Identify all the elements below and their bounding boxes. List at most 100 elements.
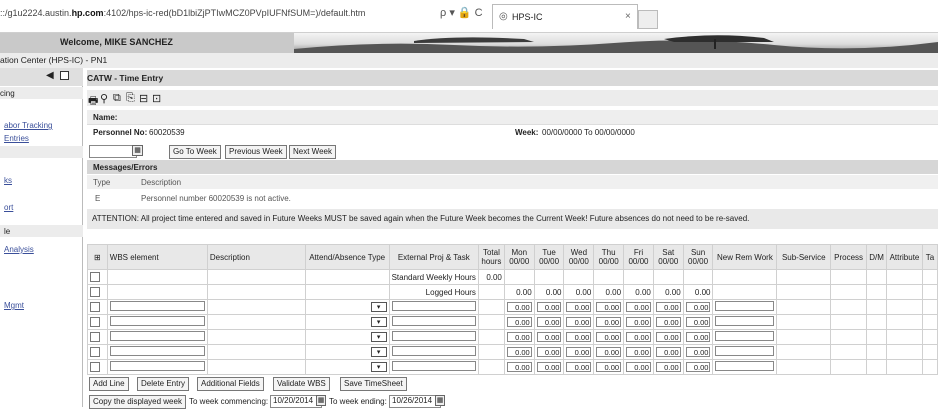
additional-fields-button[interactable]: Additional Fields: [197, 377, 264, 391]
calendar-icon[interactable]: ▦: [132, 145, 143, 156]
add-line-button[interactable]: Add Line: [89, 377, 129, 391]
hours-input[interactable]: 0.00: [536, 317, 562, 327]
rem-work-input[interactable]: [715, 331, 775, 341]
week-commencing-input[interactable]: 10/20/2014: [270, 395, 322, 408]
hours-input[interactable]: 0.00: [536, 347, 562, 357]
row-checkbox[interactable]: [90, 287, 100, 297]
maximize-nav-icon[interactable]: [60, 71, 69, 80]
external-proj-input[interactable]: [391, 316, 476, 326]
wbs-input[interactable]: [109, 316, 205, 326]
hours-input[interactable]: 0.00: [685, 302, 711, 312]
hours-input[interactable]: 0.00: [596, 362, 622, 372]
hours-input[interactable]: 0.00: [506, 302, 532, 312]
hours-input[interactable]: 0.00: [566, 362, 592, 372]
hours-input[interactable]: 0.00: [566, 347, 592, 357]
week-date-input[interactable]: [89, 145, 137, 158]
address-bar[interactable]: ::/g1u2224.austin.hp.com:4102/hps-ic-red…: [0, 8, 430, 18]
validate-wbs-button[interactable]: Validate WBS: [273, 377, 330, 391]
nav-item-pricing[interactable]: cing: [0, 89, 15, 98]
hours-input[interactable]: 0.00: [566, 317, 592, 327]
hours-input[interactable]: 0.00: [626, 317, 651, 327]
attend-dropdown[interactable]: ▾: [370, 317, 387, 327]
rem-work-input[interactable]: [715, 316, 775, 326]
hours-input[interactable]: 0.00: [536, 362, 562, 372]
external-proj-input[interactable]: [391, 331, 476, 341]
week-ending-input[interactable]: 10/26/2014: [389, 395, 441, 408]
wbs-input[interactable]: [109, 346, 205, 356]
attend-dropdown[interactable]: ▾: [370, 332, 387, 342]
attend-dropdown[interactable]: ▾: [370, 362, 387, 372]
wbs-input[interactable]: [109, 361, 205, 371]
go-to-week-button[interactable]: Go To Week: [169, 145, 221, 159]
print-icon[interactable]: 🖶: [88, 92, 98, 111]
row-checkbox[interactable]: [90, 347, 100, 357]
export-icon[interactable]: ⎘: [126, 92, 135, 105]
hours-input[interactable]: 0.00: [506, 317, 532, 327]
hours-input[interactable]: 0.00: [596, 302, 622, 312]
row-checkbox[interactable]: [90, 302, 100, 312]
row-checkbox[interactable]: [90, 317, 100, 327]
browser-tab[interactable]: ◎ HPS-IC ×: [492, 4, 638, 29]
nav-item-schedule[interactable]: le: [4, 227, 10, 236]
hours-input[interactable]: 0.00: [655, 347, 681, 357]
external-proj-input[interactable]: [391, 301, 476, 311]
hours-input[interactable]: 0.00: [506, 347, 532, 357]
collapse-nav-icon[interactable]: ◀: [46, 70, 54, 81]
layout-icon[interactable]: ⊟: [139, 92, 148, 105]
wbs-input[interactable]: [109, 331, 205, 341]
hours-input[interactable]: 0.00: [566, 332, 592, 342]
hours-input[interactable]: 0.00: [626, 332, 651, 342]
attend-dropdown[interactable]: ▾: [370, 302, 387, 312]
hours-input[interactable]: 0.00: [596, 317, 622, 327]
hours-input[interactable]: 0.00: [506, 362, 532, 372]
page-title-bar: CATW - Time Entry: [87, 70, 938, 86]
hours-input[interactable]: 0.00: [685, 332, 711, 342]
delete-entry-button[interactable]: Delete Entry: [137, 377, 190, 391]
hours-input[interactable]: 0.00: [566, 302, 592, 312]
select-all-icon[interactable]: ⊞: [87, 244, 108, 270]
nav-item-report[interactable]: ort: [4, 203, 13, 212]
commencing-calendar-icon[interactable]: ▦: [316, 395, 326, 406]
hours-input[interactable]: 0.00: [655, 317, 681, 327]
settings-icon[interactable]: ⊡: [152, 92, 161, 105]
nav-item-tasks[interactable]: ks: [4, 176, 12, 185]
hours-input[interactable]: 0.00: [626, 302, 651, 312]
ending-calendar-icon[interactable]: ▦: [435, 395, 445, 406]
hours-input[interactable]: 0.00: [655, 332, 681, 342]
nav-item-mgmt[interactable]: Mgmt: [4, 301, 24, 310]
hours-input[interactable]: 0.00: [506, 332, 532, 342]
new-tab-button[interactable]: [638, 10, 658, 29]
nav-item-analysis[interactable]: Analysis: [4, 245, 34, 254]
rem-work-input[interactable]: [715, 361, 775, 371]
external-proj-input[interactable]: [391, 361, 476, 371]
external-proj-input[interactable]: [391, 346, 476, 356]
row-checkbox[interactable]: [90, 332, 100, 342]
row-checkbox[interactable]: [90, 272, 100, 282]
hours-input[interactable]: 0.00: [596, 347, 622, 357]
tab-close-icon[interactable]: ×: [625, 11, 631, 22]
address-bar-icons[interactable]: ρ ▾ 🔒 C: [440, 6, 483, 19]
hours-input[interactable]: 0.00: [626, 347, 651, 357]
next-week-button[interactable]: Next Week: [289, 145, 336, 159]
attend-dropdown[interactable]: ▾: [370, 347, 387, 357]
hours-input[interactable]: 0.00: [655, 302, 681, 312]
nav-item-labor-tracking[interactable]: abor Tracking: [4, 121, 52, 130]
previous-week-button[interactable]: Previous Week: [225, 145, 287, 159]
hours-input[interactable]: 0.00: [685, 317, 711, 327]
rem-work-input[interactable]: [715, 346, 775, 356]
save-timesheet-button[interactable]: Save TimeSheet: [340, 377, 407, 391]
wbs-input[interactable]: [109, 301, 205, 311]
hours-input[interactable]: 0.00: [596, 332, 622, 342]
binoculars-icon[interactable]: ⚲: [100, 92, 108, 105]
hours-input[interactable]: 0.00: [685, 347, 711, 357]
header-info-panel: Name: Personnel No: 60020539 Week: 00/00…: [87, 110, 938, 140]
hours-input[interactable]: 0.00: [536, 302, 562, 312]
nav-item-entries[interactable]: Entries: [4, 134, 29, 143]
hours-input[interactable]: 0.00: [536, 332, 562, 342]
hours-input[interactable]: 0.00: [655, 362, 681, 372]
copy-icon[interactable]: ⧉: [113, 92, 121, 105]
row-checkbox[interactable]: [90, 362, 100, 372]
rem-work-input[interactable]: [715, 301, 775, 311]
hours-input[interactable]: 0.00: [626, 362, 651, 372]
hours-input[interactable]: 0.00: [685, 362, 711, 372]
